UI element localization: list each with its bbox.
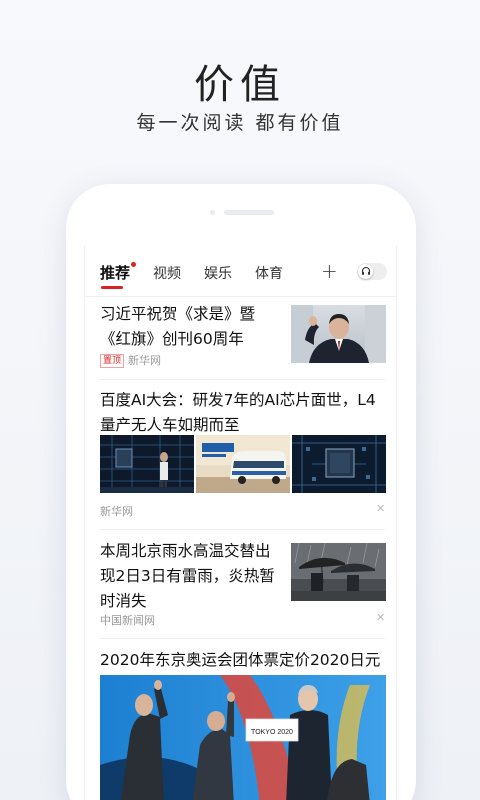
pinned-badge: 置顶 bbox=[100, 354, 125, 368]
news-source: 新华网 bbox=[128, 354, 162, 367]
tab-entertainment[interactable]: 娱乐 bbox=[204, 263, 232, 283]
toggle-knob bbox=[358, 264, 373, 279]
news-thumbnail bbox=[196, 435, 290, 493]
tab-video[interactable]: 视频 bbox=[153, 263, 181, 283]
promo-subtitle: 每一次阅读 都有价值 bbox=[136, 112, 344, 134]
news-thumbnail bbox=[292, 435, 386, 493]
phone-side-button bbox=[416, 345, 420, 385]
new-content-dot bbox=[131, 262, 136, 267]
tab-overflow-fade bbox=[281, 253, 303, 289]
news-thumbnail bbox=[291, 543, 386, 601]
phone-side-button bbox=[416, 395, 420, 435]
phone-speaker bbox=[224, 210, 274, 215]
news-headline: 2020年东京奥运会团体票定价2020日元 bbox=[100, 651, 381, 669]
plus-icon[interactable]: + bbox=[321, 259, 338, 283]
audio-toggle[interactable] bbox=[357, 263, 387, 280]
news-headline: 百度AI大会：研发7年的AI芯片面世，L4量产无人车如期而至 bbox=[100, 391, 376, 434]
promo-title: 价值 bbox=[194, 62, 286, 108]
tokyo-2020-sign: TOKYO 2020 bbox=[251, 729, 293, 736]
news-source: 中国新闻网 bbox=[100, 614, 155, 627]
news-headline: 习近平祝贺《求是》暨《红旗》创刊60周年 bbox=[100, 305, 256, 348]
news-headline: 本周北京雨水高温交替出现2日3日有雷雨，炎热暂时消失 bbox=[100, 542, 275, 610]
news-thumbnail bbox=[100, 435, 194, 493]
app-screen: 推荐 视频 娱乐 体育 + 习近平祝贺《求是》暨《红旗》创刊60周年 置顶 新华网 bbox=[84, 245, 397, 800]
tab-underline bbox=[101, 286, 123, 289]
tab-sports[interactable]: 体育 bbox=[255, 263, 283, 283]
news-source: 新华网 bbox=[100, 505, 133, 518]
news-large-image: TOKYO 2020 bbox=[100, 675, 386, 800]
divider bbox=[99, 638, 385, 639]
close-icon[interactable]: ✕ bbox=[376, 611, 385, 624]
divider bbox=[99, 529, 385, 530]
phone-camera bbox=[210, 210, 215, 215]
close-icon[interactable]: ✕ bbox=[376, 502, 385, 515]
news-meta: 置顶 新华网 bbox=[100, 352, 161, 368]
tab-recommended[interactable]: 推荐 bbox=[100, 262, 130, 283]
channel-tab-bar: 推荐 视频 娱乐 体育 + bbox=[85, 245, 396, 297]
news-thumbnail bbox=[291, 305, 386, 363]
divider bbox=[99, 379, 385, 380]
headphone-icon bbox=[361, 266, 371, 279]
